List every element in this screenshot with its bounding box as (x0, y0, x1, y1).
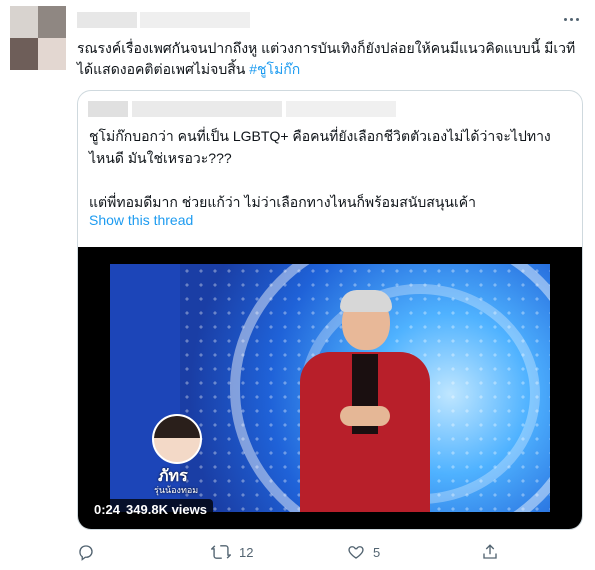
retweet-count: 12 (239, 544, 254, 560)
quoted-author-blurred (132, 101, 282, 117)
host-hair (340, 290, 392, 312)
host-hands (340, 406, 390, 426)
tweet-text: รณรงค์เรื่องเพศกันจนปากถึงหู แต่วงการบัน… (77, 38, 577, 80)
retweet-icon (211, 545, 231, 559)
more-icon[interactable] (561, 13, 581, 25)
avatar-pixel (38, 38, 66, 70)
tweet-body: รณรงค์เรื่องเพศกันจนปากถึงหู แต่วงการบัน… (77, 40, 576, 77)
like-button[interactable]: 5 (347, 540, 380, 564)
show-thread-link[interactable]: Show this thread (89, 212, 193, 228)
host-figure (290, 290, 440, 512)
guest-hair (154, 416, 200, 438)
author-handle-blurred (140, 12, 250, 28)
video-stats-badge: 0:24 349.8K views (88, 499, 213, 521)
video-frame: ภัทร รุ่นน้องทอม (110, 264, 550, 512)
avatar-pixel (38, 6, 66, 38)
guest-subtitle: รุ่นน้องทอม (154, 485, 199, 495)
quoted-handle-blurred (286, 101, 396, 117)
like-icon (348, 546, 364, 559)
hashtag-link[interactable]: #ชูโม่ก๊ก (249, 61, 300, 77)
like-count: 5 (373, 544, 381, 560)
video-player[interactable]: ภัทร รุ่นน้องทอม 0:24 349.8K views (78, 247, 582, 529)
share-button[interactable] (481, 540, 499, 564)
quoted-tweet-text: ชูโม่ก๊กบอกว่า คนที่เป็น LGBTQ+ คือคนที่… (89, 128, 551, 210)
avatar-pixel (10, 38, 38, 70)
video-duration: 0:24 (94, 502, 121, 517)
avatar-pixel (10, 6, 38, 38)
video-views: 349.8K views (126, 502, 207, 517)
author-name-blurred[interactable] (77, 12, 137, 28)
reply-icon (79, 545, 93, 561)
retweet-button[interactable]: 12 (211, 540, 253, 564)
quoted-avatar-blurred (88, 101, 128, 117)
author-avatar[interactable] (10, 6, 66, 70)
share-icon (483, 544, 497, 559)
tweet-actions: 12 5 (77, 540, 577, 564)
reply-button[interactable] (77, 540, 95, 564)
guest-inset-portrait (152, 414, 202, 464)
quoted-tweet[interactable]: ชูโม่ก๊กบอกว่า คนที่เป็น LGBTQ+ คือคนที่… (77, 90, 583, 530)
